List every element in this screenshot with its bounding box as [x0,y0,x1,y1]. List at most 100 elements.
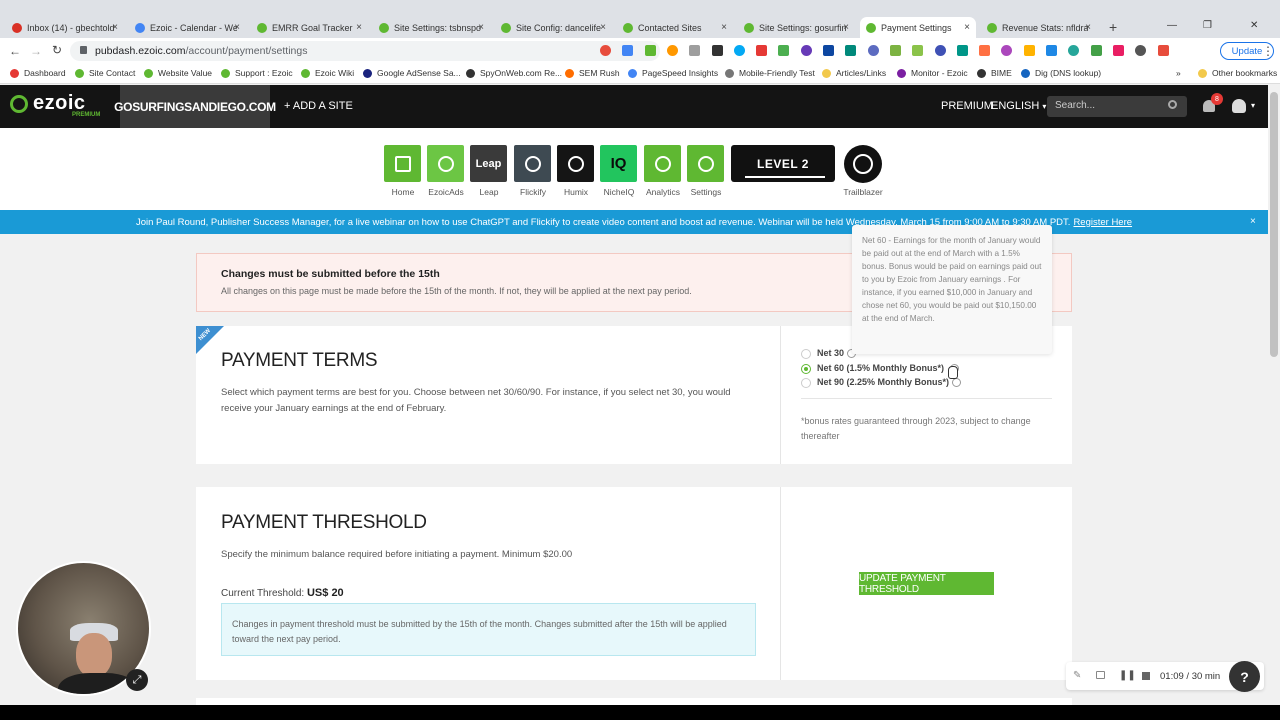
stop-icon[interactable] [1142,672,1150,680]
browser-tab[interactable]: Payment Settings × [860,17,976,38]
help-button[interactable]: ? [1229,661,1260,692]
extension-icon[interactable] [1090,45,1102,56]
extension-icon[interactable] [778,45,790,56]
comment-icon[interactable] [1096,671,1105,679]
net-option-label[interactable]: Net 90 (2.25% Monthly Bonus*) [817,377,949,387]
extension-icon[interactable] [666,45,678,56]
browser-tab[interactable]: Inbox (14) - gbechtold × [6,17,124,38]
bookmark-item[interactable]: Monitor - Ezoic [897,68,968,78]
extension-icon[interactable] [912,45,924,56]
browser-tab[interactable]: Site Settings: tsbnspor × [373,17,490,38]
browser-tab[interactable]: Ezoic - Calendar - We × [129,17,246,38]
tab-close-icon[interactable]: × [1085,22,1091,33]
extension-icon[interactable] [800,45,812,56]
chrome-menu-icon[interactable]: ⋮ [1262,44,1274,58]
bookmark-item[interactable]: Other bookmarks [1198,68,1277,78]
extension-icon[interactable] [1046,45,1057,56]
bookmark-item[interactable]: Site Contact [75,68,135,78]
scrollbar-thumb[interactable] [1270,92,1278,357]
extension-icon[interactable] [644,45,656,56]
tab-close-icon[interactable]: × [356,22,362,33]
app-ezoicads[interactable] [427,145,464,182]
user-chevron-icon[interactable]: ▾ [1251,101,1255,110]
app-analytics[interactable] [644,145,681,182]
browser-tab[interactable]: EMRR Goal Tracker × [251,17,368,38]
extension-icon[interactable] [756,45,768,56]
expand-icon[interactable]: ⤢ [126,669,148,691]
tab-close-icon[interactable]: × [964,22,970,33]
browser-tab[interactable]: Contacted Sites × [617,17,733,38]
restore-icon[interactable]: ❐ [1203,20,1212,31]
pause-icon[interactable]: ❚❚ [1119,670,1136,681]
bookmark-item[interactable]: SEM Rush [565,68,620,78]
minimize-icon[interactable]: — [1167,20,1177,31]
app-nicheiq[interactable]: IQ [600,145,637,182]
tab-close-icon[interactable]: × [234,22,240,33]
browser-tab[interactable]: Site Config: dancelife × [495,17,612,38]
bookmark-item[interactable]: Website Value [144,68,212,78]
register-link[interactable]: Register Here [1073,217,1132,228]
extension-icon[interactable] [733,45,745,56]
app-humix[interactable] [557,145,594,182]
app-flickify[interactable] [514,145,551,182]
extension-icon[interactable] [711,45,723,56]
bookmark-item[interactable]: BIME [977,68,1012,78]
bookmark-item[interactable]: Mobile-Friendly Test [725,68,815,78]
url-text[interactable]: pubdash.ezoic.com/account/payment/settin… [95,45,307,57]
browser-tab[interactable]: Site Settings: gosurfin × [738,17,855,38]
user-icon[interactable] [1232,99,1246,113]
extension-icon[interactable] [1023,45,1035,56]
search-input[interactable]: Search... [1047,96,1187,117]
site-selector[interactable]: GOSURFINGSANDIEGO.COM [114,85,276,128]
language-dropdown[interactable]: ENGLISH ▾ [991,100,1046,112]
extension-icon[interactable] [889,45,901,56]
premium-link[interactable]: PREMIUM [941,100,993,112]
bookmark-item[interactable]: Dashboard [10,68,66,78]
bookmark-item[interactable]: Support : Ezoic [221,68,293,78]
net-option-label[interactable]: Net 60 (1.5% Monthly Bonus*) [817,363,944,373]
tab-close-icon[interactable]: × [843,22,849,33]
extension-icon[interactable] [934,45,946,56]
info-icon[interactable] [952,378,961,387]
bookmark-item[interactable]: SpyOnWeb.com Re... [466,68,562,78]
bookmark-item[interactable]: Articles/Links [822,68,886,78]
extension-icon[interactable] [845,45,857,56]
net-option-label[interactable]: Net 30 [817,348,844,358]
tab-close-icon[interactable]: × [112,22,118,33]
banner-close-icon[interactable]: × [1250,216,1256,227]
update-threshold-button[interactable]: UPDATE PAYMENT THRESHOLD [859,572,994,595]
reload-icon[interactable]: ↻ [52,43,62,57]
extension-icon[interactable] [979,45,991,56]
tab-close-icon[interactable]: × [721,22,727,33]
extension-icon[interactable] [1112,45,1124,56]
net-option-radio[interactable] [801,349,811,359]
lock-icon[interactable] [80,46,87,54]
bookmark-item[interactable]: Dig (DNS lookup) [1021,68,1101,78]
app-home[interactable] [384,145,421,182]
bookmark-item[interactable]: PageSpeed Insights [628,68,718,78]
extension-icon[interactable] [689,45,701,56]
browser-tab[interactable]: Revenue Stats: nfldraft × [981,17,1097,38]
window-close-icon[interactable]: ✕ [1250,20,1258,31]
search-icon[interactable] [1168,100,1177,109]
extension-icon[interactable] [622,45,634,56]
bookmark-item[interactable]: Google AdSense Sa... [363,68,461,78]
forward-icon[interactable]: → [30,44,42,58]
extension-icon[interactable] [956,45,968,56]
extension-icon[interactable] [600,45,611,56]
app-settings[interactable] [687,145,724,182]
net-option-radio[interactable] [801,378,811,388]
back-icon[interactable]: ← [9,44,21,58]
more-bookmarks-icon[interactable]: » [1176,68,1181,78]
bookmark-item[interactable]: Ezoic Wiki [301,68,354,78]
pen-icon[interactable]: ✎ [1073,670,1081,681]
app-leap[interactable]: Leap [470,145,507,182]
extension-icon[interactable] [1157,45,1169,56]
tab-close-icon[interactable]: × [600,22,606,33]
extension-icon[interactable] [823,45,834,56]
new-tab-icon[interactable]: + [1109,19,1117,35]
add-site-link[interactable]: + ADD A SITE [284,100,353,112]
tab-close-icon[interactable]: × [478,22,484,33]
net-option-radio[interactable] [801,364,811,374]
extension-icon[interactable] [867,45,879,56]
